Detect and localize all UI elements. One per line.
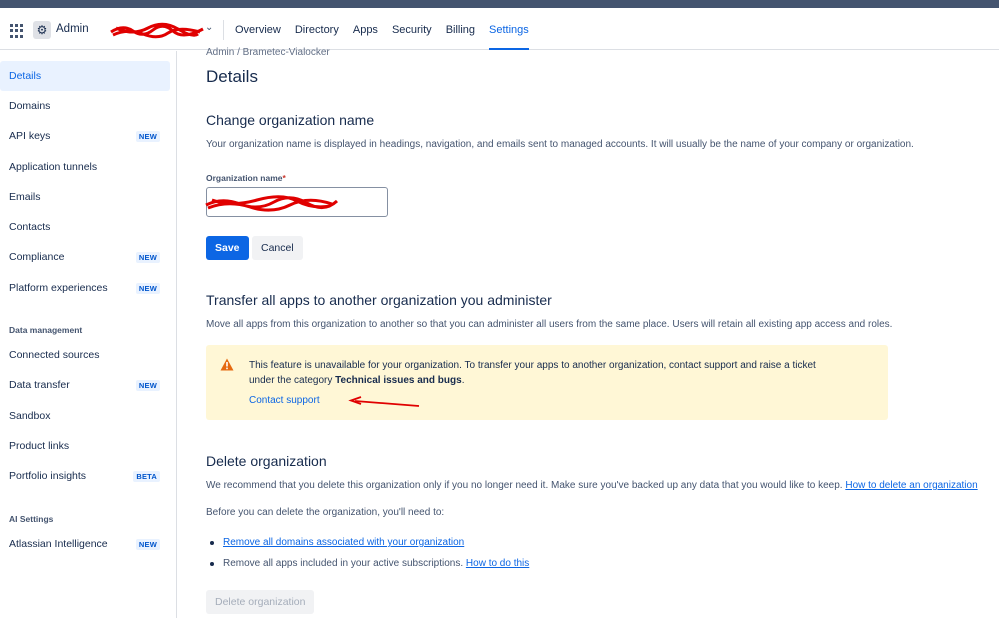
- beta-badge: BETA: [133, 471, 160, 482]
- new-badge: NEW: [135, 252, 160, 263]
- delete-title: Delete organization: [206, 453, 327, 469]
- sidebar-item-contacts[interactable]: Contacts: [0, 212, 170, 242]
- remove-apps-text: Remove all apps included in your active …: [223, 558, 464, 569]
- chevron-down-icon[interactable]: ⌄: [205, 22, 213, 33]
- page-title: Details: [206, 67, 258, 86]
- sidebar-item-details[interactable]: Details: [0, 61, 170, 91]
- sidebar-item-label: Platform experiences: [9, 282, 108, 294]
- sidebar-item-label: Connected sources: [9, 349, 100, 361]
- nav-divider: [223, 20, 224, 40]
- sidebar-item-label: API keys: [9, 130, 51, 142]
- bullet-icon: [210, 561, 214, 566]
- sidebar-item-application-tunnels[interactable]: Application tunnels: [0, 152, 170, 182]
- delete-organization-button[interactable]: Delete organization: [206, 590, 315, 614]
- sidebar-item-platform-experiences[interactable]: Platform experiences NEW: [0, 273, 170, 303]
- remove-domains-link[interactable]: Remove all domains associated with your …: [223, 537, 464, 548]
- change-name-title: Change organization name: [206, 112, 375, 128]
- tab-security[interactable]: Security: [392, 8, 432, 50]
- list-item: Remove all domains associated with your …: [210, 537, 464, 548]
- how-to-do-this-link[interactable]: How to do this: [466, 558, 529, 569]
- sidebar-item-compliance[interactable]: Compliance NEW: [0, 242, 170, 272]
- change-name-description: Your organization name is displayed in h…: [206, 139, 914, 150]
- sidebar-item-label: Domains: [9, 100, 51, 112]
- sidebar-item-label: Portfolio insights: [9, 470, 87, 482]
- save-button[interactable]: Save: [206, 236, 249, 260]
- app-switcher-icon[interactable]: [10, 24, 24, 38]
- sidebar-item-label: Emails: [9, 191, 41, 203]
- sidebar-item-emails[interactable]: Emails: [0, 182, 170, 212]
- admin-label[interactable]: Admin: [56, 23, 89, 35]
- tab-settings[interactable]: Settings: [489, 8, 529, 50]
- bullet-icon: [210, 540, 214, 545]
- org-name-label: Organization name*: [206, 173, 286, 183]
- warning-icon: [220, 358, 234, 371]
- top-navigation: ⚙ Admin ████████ ⌄ Overview Directory Ap…: [0, 8, 999, 50]
- sidebar-item-sandbox[interactable]: Sandbox: [0, 401, 170, 431]
- sidebar-item-connected-sources[interactable]: Connected sources: [0, 340, 170, 370]
- required-mark: *: [282, 173, 286, 183]
- sidebar-item-label: Product links: [9, 440, 70, 452]
- sidebar-item-label: Data transfer: [9, 379, 70, 391]
- sidebar-item-label: Contacts: [9, 221, 51, 233]
- redaction-scribble: [110, 22, 204, 39]
- breadcrumb[interactable]: Admin / Brametec-Vialocker: [206, 47, 330, 58]
- tab-apps[interactable]: Apps: [353, 8, 378, 50]
- new-badge: NEW: [135, 131, 160, 142]
- sidebar-item-domains[interactable]: Domains: [0, 91, 170, 121]
- browser-top-strip: [0, 0, 999, 8]
- transfer-title: Transfer all apps to another organizatio…: [206, 292, 552, 308]
- sidebar-item-portfolio-insights[interactable]: Portfolio insights BETA: [0, 461, 170, 491]
- tab-billing[interactable]: Billing: [446, 8, 475, 50]
- sidebar-item-label: Atlassian Intelligence: [9, 538, 108, 550]
- sidebar: Details Domains API keys NEW Application…: [0, 51, 177, 618]
- delete-description: We recommend that you delete this organi…: [206, 480, 978, 491]
- warning-text: This feature is unavailable for your org…: [249, 360, 816, 386]
- sidebar-item-atlassian-intelligence[interactable]: Atlassian Intelligence NEW: [0, 529, 170, 559]
- list-item: Remove all apps included in your active …: [210, 558, 529, 569]
- sidebar-item-data-transfer[interactable]: Data transfer NEW: [0, 370, 170, 400]
- new-badge: NEW: [135, 380, 160, 391]
- new-badge: NEW: [135, 539, 160, 550]
- cancel-button[interactable]: Cancel: [252, 236, 303, 260]
- sidebar-item-label: Compliance: [9, 251, 65, 263]
- org-name-input[interactable]: [206, 187, 388, 217]
- tab-overview[interactable]: Overview: [235, 8, 281, 50]
- sidebar-item-product-links[interactable]: Product links: [0, 431, 170, 461]
- nav-tabs: Overview Directory Apps Security Billing…: [235, 8, 543, 50]
- warning-banner: This feature is unavailable for your org…: [206, 345, 888, 420]
- sidebar-item-label: Application tunnels: [9, 161, 98, 173]
- sidebar-heading-ai-settings: AI Settings: [9, 514, 54, 524]
- sidebar-item-label: Sandbox: [9, 410, 51, 422]
- sidebar-heading-data-management: Data management: [9, 325, 83, 335]
- tab-directory[interactable]: Directory: [295, 8, 339, 50]
- transfer-description: Move all apps from this organization to …: [206, 319, 893, 330]
- contact-support-link[interactable]: Contact support: [249, 395, 320, 406]
- sidebar-item-label: Details: [9, 70, 42, 82]
- delete-before-text: Before you can delete the organization, …: [206, 507, 445, 518]
- red-annotation-arrow: [348, 396, 420, 407]
- how-to-delete-link[interactable]: How to delete an organization: [845, 480, 977, 491]
- sidebar-item-api-keys[interactable]: API keys NEW: [0, 121, 170, 151]
- new-badge: NEW: [135, 283, 160, 294]
- gear-icon[interactable]: ⚙: [33, 21, 51, 39]
